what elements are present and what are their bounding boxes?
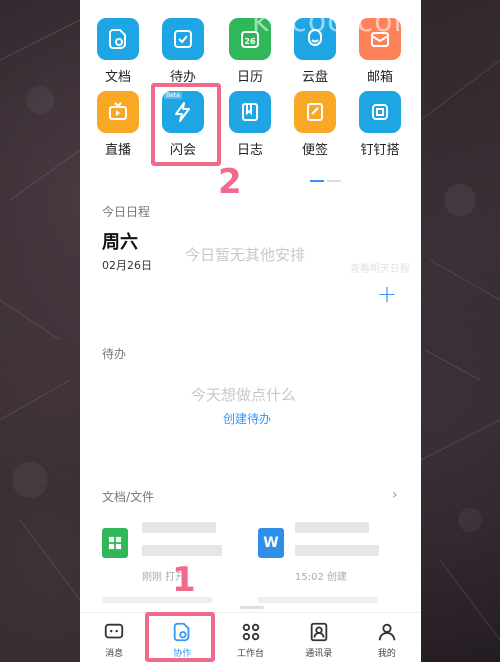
schedule-section-label: 今日日程 bbox=[102, 205, 151, 219]
app-label: 钉钉搭 bbox=[360, 143, 400, 158]
step-2-label: 2 bbox=[218, 162, 242, 202]
todo-empty-text: 今天想做点什么 bbox=[191, 386, 297, 404]
file-name-blurred bbox=[142, 522, 216, 533]
highlight-box-flash-meeting bbox=[151, 83, 221, 166]
tab-label: 通讯录 bbox=[305, 649, 333, 659]
files-more-chevron-icon[interactable]: › bbox=[392, 487, 398, 503]
scroll-handle bbox=[240, 606, 264, 609]
file-meta: 15:02 创建 bbox=[295, 572, 347, 583]
build-icon bbox=[359, 91, 401, 133]
tab-profile[interactable]: 我的 bbox=[353, 613, 421, 662]
app-live[interactable]: 直播 bbox=[88, 91, 148, 158]
highlight-box-collab-tab bbox=[145, 612, 215, 662]
doc-icon bbox=[97, 18, 139, 60]
schedule-empty-text: 今日暂无其他安排 bbox=[185, 246, 306, 264]
note-icon bbox=[294, 91, 336, 133]
file-name-blurred bbox=[295, 545, 379, 556]
create-todo-link[interactable]: 创建待办 bbox=[223, 410, 271, 427]
schedule-weekday: 周六 bbox=[102, 232, 138, 253]
schedule-date: 02月26日 bbox=[102, 259, 152, 272]
files-section-label: 文档/文件 bbox=[102, 490, 155, 504]
app-todo[interactable]: 待办 bbox=[153, 18, 213, 85]
todo-section-label: 待办 bbox=[102, 347, 127, 361]
workbench-icon bbox=[242, 623, 259, 641]
sheet-icon bbox=[102, 528, 128, 558]
bottom-tab-bar: 消息 协作 工作台 通讯录 我的 bbox=[80, 612, 421, 662]
tv-icon bbox=[97, 91, 139, 133]
app-label: 日志 bbox=[236, 143, 263, 158]
message-icon bbox=[104, 623, 124, 639]
log-icon bbox=[229, 91, 271, 133]
file-name-blurred bbox=[142, 545, 222, 556]
tab-label: 工作台 bbox=[237, 649, 265, 659]
page-indicator bbox=[310, 167, 346, 182]
file-row-partial bbox=[258, 597, 378, 603]
tab-label: 消息 bbox=[105, 649, 124, 659]
app-note[interactable]: 便签 bbox=[285, 91, 345, 158]
app-dingtalk-build[interactable]: 钉钉搭 bbox=[350, 91, 410, 158]
phone-screen: 文档 待办 26 日历 云盘 邮箱 直播 Beta 闪会 日志 便签 钉钉搭 今… bbox=[80, 0, 421, 662]
file-name-blurred bbox=[295, 522, 369, 533]
profile-icon bbox=[378, 623, 396, 641]
add-schedule-button[interactable]: + bbox=[377, 280, 397, 308]
app-label: 直播 bbox=[104, 143, 131, 158]
contacts-icon bbox=[310, 622, 327, 642]
app-log[interactable]: 日志 bbox=[220, 91, 280, 158]
tab-messages[interactable]: 消息 bbox=[80, 613, 148, 662]
app-label: 日历 bbox=[236, 70, 263, 85]
watermark-text: khcoo.com bbox=[252, 4, 424, 39]
todo-check-icon bbox=[162, 18, 204, 60]
step-1-label: 1 bbox=[172, 560, 196, 600]
tab-workbench[interactable]: 工作台 bbox=[216, 613, 284, 662]
app-docs[interactable]: 文档 bbox=[88, 18, 148, 85]
word-icon: W bbox=[258, 528, 284, 558]
app-label: 便签 bbox=[301, 143, 328, 158]
tab-label: 我的 bbox=[377, 649, 396, 659]
app-label: 邮箱 bbox=[366, 70, 393, 85]
schedule-faded-hint: 查看明天日程 bbox=[350, 264, 410, 275]
app-label: 云盘 bbox=[301, 70, 328, 85]
tab-contacts[interactable]: 通讯录 bbox=[285, 613, 353, 662]
app-label: 文档 bbox=[104, 70, 131, 85]
